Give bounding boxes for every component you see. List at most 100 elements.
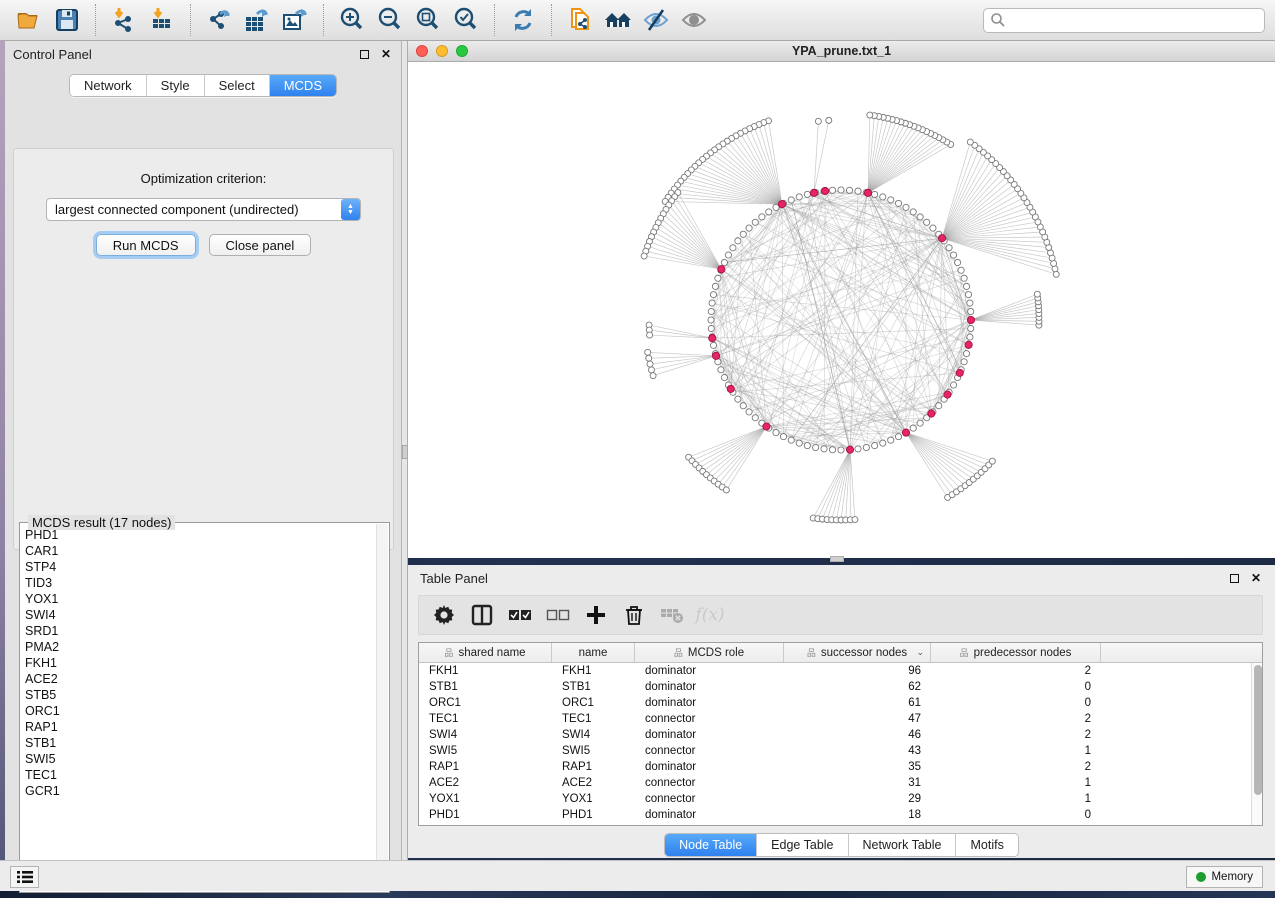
task-history-button[interactable] bbox=[10, 866, 39, 888]
ring-node[interactable] bbox=[804, 191, 810, 197]
mcds-result-item[interactable]: GCR1 bbox=[25, 783, 376, 799]
memory-button[interactable]: Memory bbox=[1186, 866, 1263, 888]
mcds-result-item[interactable]: ORC1 bbox=[25, 703, 376, 719]
mcds-result-item[interactable]: PHD1 bbox=[25, 527, 376, 543]
ring-node[interactable] bbox=[968, 308, 974, 314]
mcds-hub-node[interactable] bbox=[846, 446, 853, 453]
ring-node[interactable] bbox=[740, 231, 746, 237]
delete-column-icon[interactable] bbox=[619, 601, 649, 629]
ring-node[interactable] bbox=[715, 275, 721, 281]
close-panel-button[interactable]: Close panel bbox=[209, 234, 312, 256]
ring-node[interactable] bbox=[746, 409, 752, 415]
ring-node[interactable] bbox=[708, 317, 714, 323]
ring-node[interactable] bbox=[895, 200, 901, 206]
ring-node[interactable] bbox=[903, 204, 909, 210]
satellite-node[interactable] bbox=[723, 487, 729, 493]
ring-node[interactable] bbox=[967, 300, 973, 306]
network-titlebar[interactable]: YPA_prune.txt_1 bbox=[408, 41, 1275, 62]
mcds-result-item[interactable]: STB5 bbox=[25, 687, 376, 703]
mcds-hub-node[interactable] bbox=[928, 410, 935, 417]
column-header-name[interactable]: name bbox=[552, 643, 635, 662]
ring-node[interactable] bbox=[829, 187, 835, 193]
mcds-hub-node[interactable] bbox=[965, 341, 972, 348]
ring-node[interactable] bbox=[950, 252, 956, 258]
ring-node[interactable] bbox=[846, 187, 852, 193]
zoom-fit-icon[interactable] bbox=[413, 5, 443, 35]
satellite-node[interactable] bbox=[645, 349, 651, 355]
close-window-icon[interactable] bbox=[416, 45, 428, 57]
mcds-hub-node[interactable] bbox=[763, 423, 770, 430]
ring-node[interactable] bbox=[950, 382, 956, 388]
export-image-icon[interactable] bbox=[280, 5, 310, 35]
mcds-hub-node[interactable] bbox=[727, 385, 734, 392]
ring-node[interactable] bbox=[813, 444, 819, 450]
zoom-out-icon[interactable] bbox=[375, 5, 405, 35]
mcds-hub-node[interactable] bbox=[778, 201, 785, 208]
ring-node[interactable] bbox=[963, 283, 969, 289]
satellite-node[interactable] bbox=[815, 118, 821, 124]
mcds-result-list[interactable]: PHD1CAR1STP4TID3YOX1SWI4SRD1PMA2FKH1ACE2… bbox=[21, 524, 376, 891]
ring-node[interactable] bbox=[910, 425, 916, 431]
ring-node[interactable] bbox=[721, 374, 727, 380]
mcds-hub-node[interactable] bbox=[718, 266, 725, 273]
ring-node[interactable] bbox=[821, 446, 827, 452]
ring-node[interactable] bbox=[880, 440, 886, 446]
mcds-hub-node[interactable] bbox=[712, 352, 719, 359]
tab-select[interactable]: Select bbox=[204, 75, 269, 96]
ring-node[interactable] bbox=[766, 209, 772, 215]
ring-node[interactable] bbox=[967, 334, 973, 340]
mcds-result-item[interactable]: CAR1 bbox=[25, 543, 376, 559]
ring-node[interactable] bbox=[725, 252, 731, 258]
tab-network-table[interactable]: Network Table bbox=[848, 834, 956, 856]
mcds-hub-node[interactable] bbox=[956, 369, 963, 376]
settings-gear-icon[interactable] bbox=[429, 601, 459, 629]
show-all-icon[interactable] bbox=[679, 5, 709, 35]
ring-node[interactable] bbox=[954, 259, 960, 265]
ring-node[interactable] bbox=[746, 225, 752, 231]
satellite-node[interactable] bbox=[852, 517, 858, 523]
tab-style[interactable]: Style bbox=[146, 75, 204, 96]
satellite-node[interactable] bbox=[647, 361, 653, 367]
tab-edge-table[interactable]: Edge Table bbox=[756, 834, 847, 856]
satellite-node[interactable] bbox=[650, 373, 656, 379]
ring-node[interactable] bbox=[961, 275, 967, 281]
table-row[interactable]: ORC1ORC1dominator610 bbox=[419, 695, 1251, 711]
table-scrollbar-thumb[interactable] bbox=[1254, 665, 1262, 795]
open-file-icon[interactable] bbox=[14, 5, 44, 35]
ring-node[interactable] bbox=[963, 351, 969, 357]
tab-mcds[interactable]: MCDS bbox=[269, 75, 336, 96]
ring-node[interactable] bbox=[718, 367, 724, 373]
satellite-node[interactable] bbox=[648, 367, 654, 373]
search-box[interactable] bbox=[983, 8, 1265, 33]
mcds-result-item[interactable]: ACE2 bbox=[25, 671, 376, 687]
ring-node[interactable] bbox=[773, 429, 779, 435]
table-row[interactable]: STB1STB1dominator620 bbox=[419, 679, 1251, 695]
ring-node[interactable] bbox=[708, 325, 714, 331]
ring-node[interactable] bbox=[855, 446, 861, 452]
import-network-icon[interactable] bbox=[109, 5, 139, 35]
satellite-node[interactable] bbox=[826, 117, 832, 123]
clone-network-icon[interactable] bbox=[565, 5, 595, 35]
ring-node[interactable] bbox=[924, 219, 930, 225]
refresh-layout-icon[interactable] bbox=[508, 5, 538, 35]
ring-node[interactable] bbox=[872, 191, 878, 197]
satellite-node[interactable] bbox=[867, 112, 873, 118]
mcds-hub-node[interactable] bbox=[822, 187, 829, 194]
mcds-hub-node[interactable] bbox=[967, 316, 974, 323]
ring-node[interactable] bbox=[917, 420, 923, 426]
ring-node[interactable] bbox=[730, 245, 736, 251]
ring-node[interactable] bbox=[855, 188, 861, 194]
ring-node[interactable] bbox=[735, 238, 741, 244]
ring-node[interactable] bbox=[838, 187, 844, 193]
ring-node[interactable] bbox=[838, 447, 844, 453]
optimization-criterion-select[interactable]: largest connected component (undirected)… bbox=[46, 198, 361, 221]
column-header-predecessor-nodes[interactable]: 品predecessor nodes bbox=[931, 643, 1101, 662]
horizontal-splitter-grip[interactable] bbox=[830, 556, 844, 562]
export-table-icon[interactable] bbox=[242, 5, 272, 35]
satellite-node[interactable] bbox=[641, 253, 647, 259]
mcds-result-item[interactable]: TID3 bbox=[25, 575, 376, 591]
search-input[interactable] bbox=[1006, 13, 1258, 27]
ring-node[interactable] bbox=[735, 396, 741, 402]
add-column-icon[interactable] bbox=[581, 601, 611, 629]
close-panel-icon[interactable]: ✕ bbox=[379, 47, 393, 61]
